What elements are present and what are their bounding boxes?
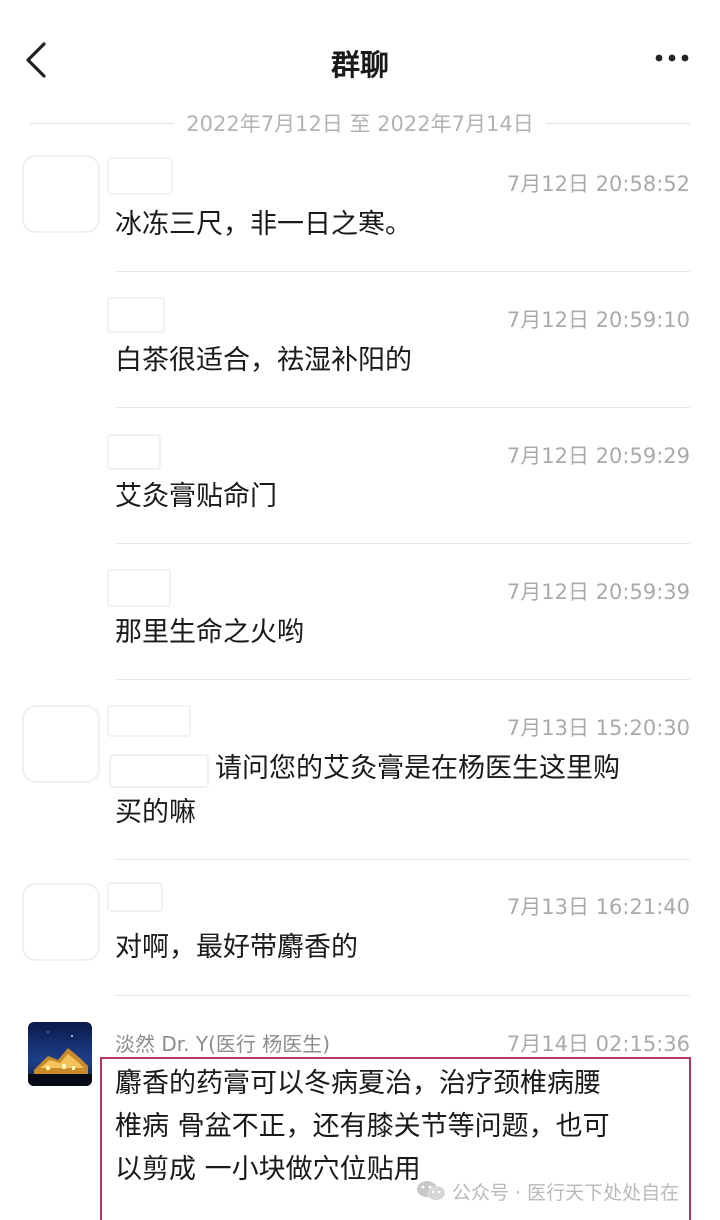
- avatar[interactable]: [28, 1022, 92, 1086]
- message-time: 7月12日 20:59:10: [506, 308, 690, 332]
- message-time: 7月12日 20:59:29: [506, 444, 690, 468]
- message-time: 7月12日 20:59:39: [506, 580, 690, 604]
- sender-name-redacted: [107, 705, 191, 737]
- message-text: 对啊，最好带麝香的: [115, 932, 358, 963]
- message-text-continued: 买的嘛: [115, 797, 196, 828]
- nav-bar: 群聊: [0, 0, 720, 110]
- divider-line: [545, 122, 690, 124]
- message-time: 7月14日 02:15:36: [506, 1032, 690, 1056]
- message-text-line: 麝香的药膏可以冬病夏治，治疗颈椎病腰: [115, 1068, 601, 1099]
- date-range-divider: 2022年7月12日 至 2022年7月14日: [30, 108, 690, 138]
- message-divider: [115, 859, 690, 860]
- message-text: 那里生命之火哟: [115, 617, 304, 648]
- sender-name: 淡然 Dr. Y(医行 杨医生): [115, 1032, 331, 1056]
- watermark: 公众号 · 医行天下处处自在: [416, 1178, 679, 1204]
- sender-name-redacted: [107, 882, 163, 912]
- sender-name-redacted: [107, 569, 171, 607]
- message-time: 7月12日 20:58:52: [506, 172, 690, 196]
- message-text: 冰冻三尺，非一日之寒。: [115, 209, 412, 240]
- message-time: 7月13日 15:20:30: [506, 716, 690, 740]
- message-text-line: 椎病 骨盆不正，还有膝关节等问题，也可: [115, 1111, 610, 1142]
- message-text: 白茶很适合，祛湿补阳的: [115, 345, 412, 376]
- message-text: 艾灸膏贴命门: [115, 481, 277, 512]
- message-divider: [115, 543, 690, 544]
- divider-line: [30, 122, 175, 124]
- avatar[interactable]: [22, 705, 100, 783]
- message-divider: [115, 995, 690, 996]
- sender-name-redacted: [107, 434, 161, 470]
- sender-name-redacted: [107, 157, 173, 195]
- avatar[interactable]: [22, 155, 100, 233]
- wechat-icon: [417, 1181, 445, 1200]
- date-range-label: 2022年7月12日 至 2022年7月14日: [186, 112, 534, 136]
- night-temple-photo: [28, 1022, 92, 1086]
- avatar[interactable]: [22, 883, 100, 961]
- mention-redacted: [109, 754, 209, 788]
- message-divider: [115, 679, 690, 680]
- more-dots-icon[interactable]: [654, 48, 690, 68]
- message-divider: [115, 271, 690, 272]
- message-divider: [115, 407, 690, 408]
- sender-name-redacted: [107, 297, 165, 333]
- message-time: 7月13日 16:21:40: [506, 895, 690, 919]
- page-title: 群聊: [330, 48, 389, 82]
- watermark-text: 公众号 · 医行天下处处自在: [452, 1181, 680, 1204]
